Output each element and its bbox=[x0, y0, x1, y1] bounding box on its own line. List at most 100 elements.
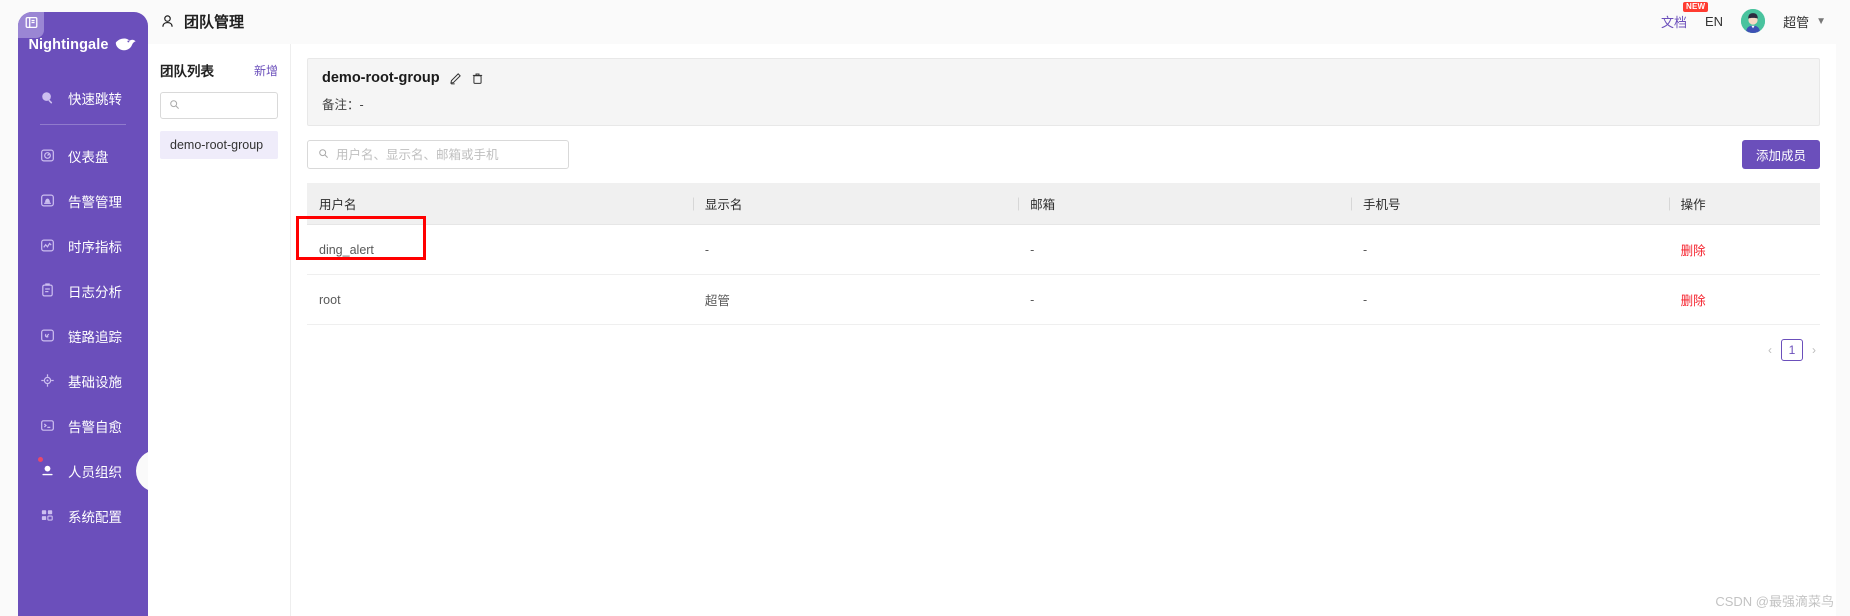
user-org-icon bbox=[40, 463, 55, 478]
add-team-button[interactable]: 新增 bbox=[254, 62, 278, 79]
sidebar-item-infrastructure[interactable]: 基础设施 bbox=[18, 358, 148, 403]
cell-username: ding_alert bbox=[296, 215, 693, 275]
search-icon bbox=[318, 146, 329, 164]
docs-link[interactable]: 文档 NEW bbox=[1661, 1, 1709, 31]
page-number-button[interactable]: 1 bbox=[1781, 339, 1803, 361]
sidebar-item-label: 仪表盘 bbox=[68, 149, 109, 165]
sidebar-item-label: 基础设施 bbox=[68, 374, 122, 390]
sidebar-item-system-config[interactable]: 系统配置 bbox=[18, 493, 148, 538]
members-table: 用户名 显示名 邮箱 手机号 操作 ding_alert - - - 删除 ro… bbox=[296, 183, 1820, 325]
topbar-actions: 文档 NEW EN 超管 ▼ bbox=[1661, 1, 1850, 33]
sidebar-item-label: 时序指标 bbox=[68, 239, 122, 255]
member-search-box[interactable] bbox=[307, 140, 569, 169]
search-icon bbox=[40, 90, 55, 105]
member-toolbar: 添加成员 bbox=[307, 140, 1820, 169]
sidebar-item-label: 人员组织 bbox=[68, 464, 122, 480]
bird-logo-icon bbox=[114, 36, 138, 53]
group-note-value: - bbox=[359, 98, 364, 112]
dashboard-gauge-icon bbox=[40, 148, 55, 163]
group-title-row: demo-root-group bbox=[322, 70, 1805, 86]
trace-link-icon bbox=[40, 328, 55, 343]
group-info-card: demo-root-group 备注：- bbox=[307, 58, 1820, 126]
sidebar-item-label: 链路追踪 bbox=[68, 329, 122, 345]
pencil-edit-icon[interactable] bbox=[449, 72, 462, 85]
sidebar-collapse-button[interactable] bbox=[18, 12, 44, 38]
sidebar-divider bbox=[40, 124, 126, 125]
team-list-item[interactable]: demo-root-group bbox=[160, 131, 278, 159]
sidebar-item-trace[interactable]: 链路追踪 bbox=[18, 313, 148, 358]
team-list-header: 团队列表 新增 bbox=[160, 60, 278, 80]
members-table-head: 用户名 显示名 邮箱 手机号 操作 bbox=[307, 183, 1820, 225]
table-row[interactable]: root 超管 - - 删除 bbox=[307, 274, 1820, 325]
chevron-left-icon[interactable]: ‹ bbox=[1768, 343, 1772, 357]
add-member-button[interactable]: 添加成员 bbox=[1741, 140, 1820, 169]
table-row[interactable]: ding_alert - - - 删除 bbox=[296, 215, 1820, 275]
team-list-title: 团队列表 bbox=[160, 64, 214, 79]
cell-email: - bbox=[1018, 274, 1351, 325]
alarm-bell-icon bbox=[40, 193, 55, 208]
column-header-username: 用户名 bbox=[307, 183, 693, 225]
topbar: 团队管理 文档 NEW EN 超管 ▼ bbox=[148, 0, 1850, 42]
terminal-icon bbox=[40, 418, 55, 433]
members-table-body: ding_alert - - - 删除 root 超管 - - 删除 bbox=[296, 215, 1820, 325]
cell-display-name: - bbox=[692, 224, 1019, 275]
team-list-item-label: demo-root-group bbox=[170, 138, 264, 152]
team-search-box[interactable] bbox=[160, 92, 278, 119]
collapse-panel-icon bbox=[25, 16, 38, 34]
user-name[interactable]: 超管 bbox=[1783, 12, 1809, 31]
sidebar-item-label: 告警自愈 bbox=[68, 419, 122, 435]
cell-actions: 删除 bbox=[1668, 224, 1820, 275]
member-search-input[interactable] bbox=[336, 147, 558, 162]
log-document-icon bbox=[40, 283, 55, 298]
column-header-phone: 手机号 bbox=[1350, 183, 1669, 225]
user-person-icon bbox=[160, 14, 175, 29]
search-icon bbox=[169, 97, 180, 115]
sidebar-item-personnel-org[interactable]: 人员组织 bbox=[18, 448, 148, 493]
main-content: demo-root-group 备注：- 添加成员 bbox=[291, 44, 1836, 616]
group-note-label: 备注： bbox=[322, 98, 360, 112]
column-header-email: 邮箱 bbox=[1018, 183, 1351, 225]
sidebar-item-self-healing[interactable]: 告警自愈 bbox=[18, 403, 148, 448]
sidebar-item-label: 快速跳转 bbox=[68, 91, 122, 107]
sidebar-item-dashboard[interactable]: 仪表盘 bbox=[18, 133, 148, 178]
group-note: 备注：- bbox=[322, 94, 1805, 113]
table-header-row: 用户名 显示名 邮箱 手机号 操作 bbox=[307, 183, 1820, 225]
cell-display-name: 超管 bbox=[692, 274, 1019, 325]
new-badge: NEW bbox=[1683, 1, 1709, 13]
sidebar-item-label: 告警管理 bbox=[68, 194, 122, 210]
column-header-actions: 操作 bbox=[1668, 183, 1820, 225]
cell-phone: - bbox=[1350, 224, 1669, 275]
page-title: 团队管理 bbox=[184, 13, 245, 31]
cell-username: root bbox=[307, 274, 693, 325]
column-header-display-name: 显示名 bbox=[692, 183, 1019, 225]
chevron-down-icon[interactable]: ▼ bbox=[1816, 16, 1826, 27]
brand-name: Nightingale bbox=[28, 36, 109, 53]
team-list-panel: 团队列表 新增 demo-root-group bbox=[148, 44, 291, 616]
group-name: demo-root-group bbox=[322, 70, 440, 86]
trash-delete-icon[interactable] bbox=[471, 72, 484, 85]
chevron-right-icon[interactable]: › bbox=[1812, 343, 1816, 357]
cell-phone: - bbox=[1350, 274, 1669, 325]
cell-actions: 删除 bbox=[1668, 274, 1820, 325]
docs-label: 文档 bbox=[1661, 14, 1688, 30]
team-search-input[interactable] bbox=[186, 98, 269, 113]
delete-member-button[interactable]: 删除 bbox=[1681, 294, 1706, 308]
sidebar-item-label: 日志分析 bbox=[68, 284, 122, 300]
language-switch[interactable]: EN bbox=[1705, 14, 1723, 29]
sidebar-item-alarm-management[interactable]: 告警管理 bbox=[18, 178, 148, 223]
page-title-group: 团队管理 bbox=[160, 11, 244, 32]
system-config-grid-icon bbox=[40, 508, 55, 523]
metrics-line-icon bbox=[40, 238, 55, 253]
delete-member-button[interactable]: 删除 bbox=[1681, 244, 1706, 258]
pagination: ‹ 1 › bbox=[307, 339, 1820, 361]
cell-email: - bbox=[1018, 224, 1351, 275]
sidebar-item-metrics[interactable]: 时序指标 bbox=[18, 223, 148, 268]
avatar[interactable] bbox=[1741, 9, 1766, 33]
sidebar: Nightingale 快速跳转 仪表盘 告警管理 时序指标 日志分析 链路追踪… bbox=[18, 12, 148, 616]
watermark: CSDN @最强滴菜鸟 bbox=[1715, 594, 1834, 609]
app-root: Nightingale 快速跳转 仪表盘 告警管理 时序指标 日志分析 链路追踪… bbox=[0, 0, 1850, 616]
sidebar-item-log-analysis[interactable]: 日志分析 bbox=[18, 268, 148, 313]
notification-dot bbox=[38, 457, 43, 462]
sidebar-item-quick-jump[interactable]: 快速跳转 bbox=[18, 75, 148, 120]
sidebar-item-label: 系统配置 bbox=[68, 509, 122, 525]
